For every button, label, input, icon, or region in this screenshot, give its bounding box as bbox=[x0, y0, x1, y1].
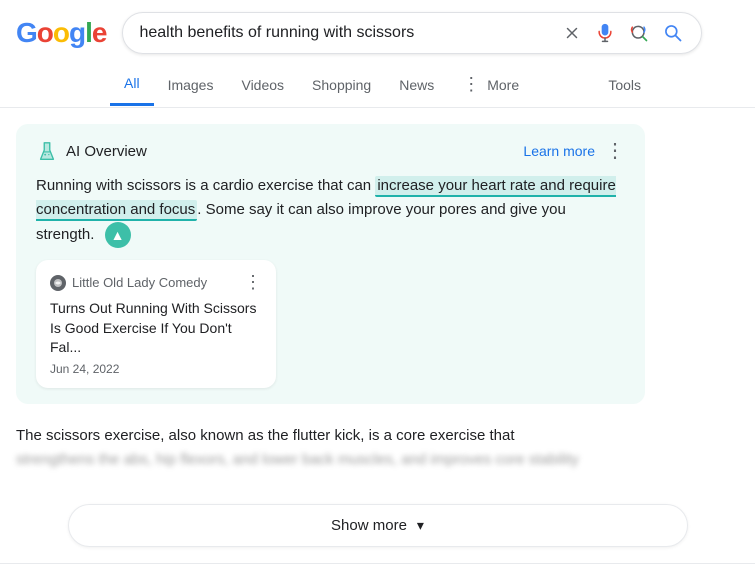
source-site-icon bbox=[53, 278, 63, 288]
show-more-container: Show more ▾ bbox=[16, 504, 739, 547]
chevron-down-icon: ▾ bbox=[417, 517, 424, 534]
tab-videos[interactable]: Videos bbox=[227, 65, 298, 105]
header: Google bbox=[0, 0, 755, 62]
close-icon bbox=[563, 24, 581, 42]
search-bar bbox=[122, 12, 702, 54]
search-icon bbox=[663, 23, 683, 43]
main-content: AI Overview Learn more ⋮ Running with sc… bbox=[0, 108, 755, 488]
source-card[interactable]: Little Old Lady Comedy ⋮ Turns Out Runni… bbox=[36, 260, 276, 388]
tab-more[interactable]: ⋮ More bbox=[448, 62, 533, 107]
clear-search-button[interactable] bbox=[561, 22, 583, 44]
voice-search-button[interactable] bbox=[593, 21, 617, 45]
search-button[interactable] bbox=[661, 21, 685, 45]
lens-search-button[interactable] bbox=[627, 21, 651, 45]
source-name-row: Little Old Lady Comedy bbox=[50, 275, 207, 291]
source-favicon bbox=[50, 275, 66, 291]
ai-overview-box: AI Overview Learn more ⋮ Running with sc… bbox=[16, 124, 645, 404]
ai-flask-icon bbox=[36, 140, 58, 162]
chevron-up-icon: ▲ bbox=[111, 228, 125, 242]
source-menu-button[interactable]: ⋮ bbox=[244, 272, 262, 293]
source-date: Jun 24, 2022 bbox=[50, 362, 262, 376]
microphone-icon bbox=[595, 23, 615, 43]
ai-overview-text: Running with scissors is a cardio exerci… bbox=[36, 174, 625, 248]
ai-overview-actions: Learn more ⋮ bbox=[523, 141, 625, 161]
show-more-label: Show more bbox=[331, 517, 407, 534]
google-logo[interactable]: Google bbox=[16, 17, 106, 49]
lens-icon bbox=[629, 23, 649, 43]
collapse-button[interactable]: ▲ bbox=[105, 222, 131, 248]
below-fold-line1: The scissors exercise, also known as the… bbox=[16, 424, 645, 448]
source-title: Turns Out Running With Scissors Is Good … bbox=[50, 299, 262, 358]
tools-button[interactable]: Tools bbox=[594, 65, 655, 105]
source-name-text: Little Old Lady Comedy bbox=[72, 275, 207, 290]
learn-more-link[interactable]: Learn more bbox=[523, 143, 595, 159]
below-fold-text: The scissors exercise, also known as the… bbox=[16, 424, 645, 472]
nav-tabs: All Images Videos Shopping News ⋮ More T… bbox=[0, 62, 755, 108]
source-card-header: Little Old Lady Comedy ⋮ bbox=[50, 272, 262, 293]
search-input[interactable] bbox=[139, 24, 551, 42]
ai-overview-menu-button[interactable]: ⋮ bbox=[605, 141, 625, 161]
more-dots-icon: ⋮ bbox=[462, 74, 480, 95]
search-icons bbox=[561, 21, 685, 45]
ai-overview-title: AI Overview bbox=[36, 140, 147, 162]
tab-all[interactable]: All bbox=[110, 63, 154, 106]
tab-news[interactable]: News bbox=[385, 65, 448, 105]
ai-overview-header: AI Overview Learn more ⋮ bbox=[36, 140, 625, 162]
show-more-button[interactable]: Show more ▾ bbox=[68, 504, 688, 547]
tab-images[interactable]: Images bbox=[154, 65, 228, 105]
below-fold-blurred: strengthens the abs, hip flexors, and lo… bbox=[16, 448, 645, 472]
tab-shopping[interactable]: Shopping bbox=[298, 65, 385, 105]
